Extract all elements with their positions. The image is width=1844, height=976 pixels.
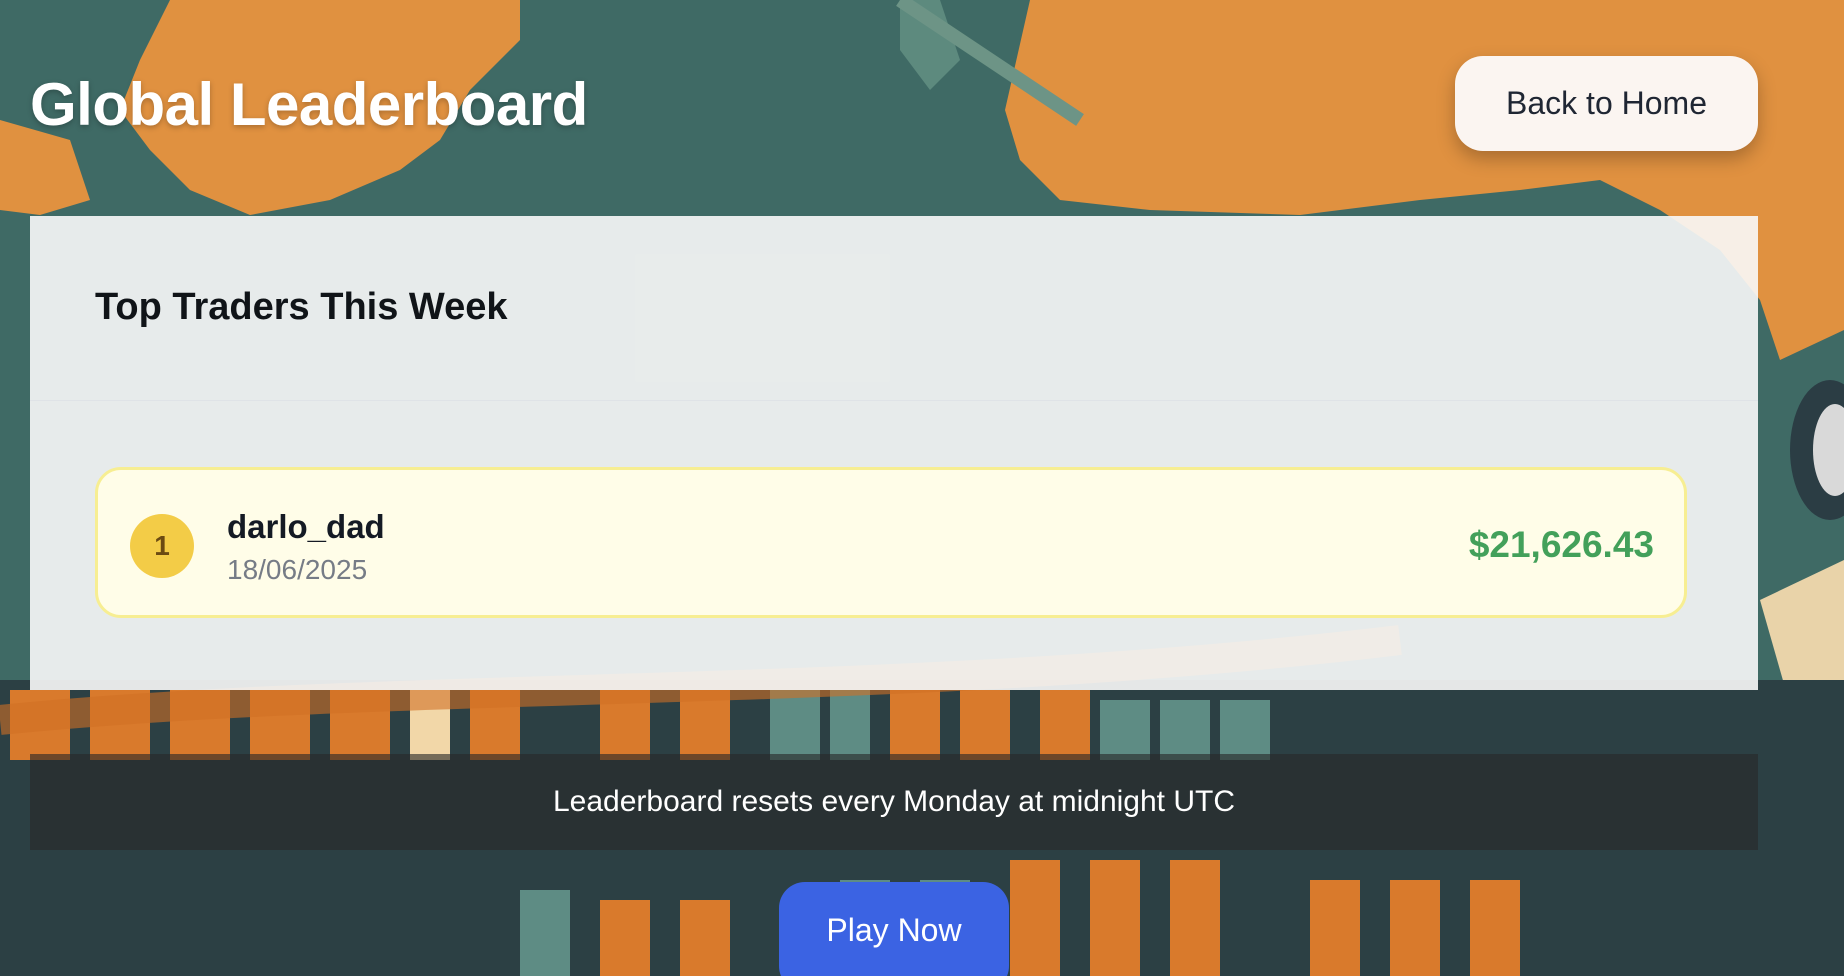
leaderboard-page: Global Leaderboard Back to Home Top Trad… <box>0 0 1844 976</box>
panel-title: Top Traders This Week <box>95 286 508 328</box>
player-name: darlo_dad <box>227 508 385 545</box>
reset-notice: Leaderboard resets every Monday at midni… <box>30 754 1758 850</box>
play-now-button[interactable]: Play Now <box>779 882 1009 976</box>
page-title: Global Leaderboard <box>30 71 588 138</box>
leaderboard-entry[interactable]: 1 darlo_dad 18/06/2025 $21,626.43 <box>95 467 1687 618</box>
panel-header: Top Traders This Week <box>30 216 1758 401</box>
back-to-home-button[interactable]: Back to Home <box>1455 56 1758 151</box>
player-date: 18/06/2025 <box>227 554 368 585</box>
player-score: $21,626.43 <box>1468 524 1654 565</box>
rank-badge: 1 <box>130 514 194 578</box>
leaderboard-panel: Top Traders This Week 1 darlo_dad 18/06/… <box>30 216 1758 690</box>
